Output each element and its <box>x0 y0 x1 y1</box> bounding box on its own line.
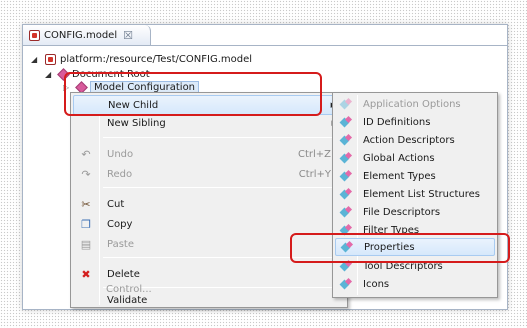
close-icon[interactable]: ☒ <box>123 29 133 42</box>
expanded-triangle-icon[interactable]: ◢ <box>45 70 55 79</box>
menu-item-new-sibling[interactable]: New Sibling ▶ <box>73 113 345 133</box>
menu-item-label: New Sibling <box>107 117 166 129</box>
menu-item-label: Copy <box>107 218 133 230</box>
element-icon <box>341 189 351 199</box>
menu-separator <box>103 187 343 188</box>
shortcut-label: Ctrl+Y <box>298 168 331 180</box>
delete-icon: ✖ <box>81 267 91 281</box>
scissors-icon: ✂ <box>81 197 91 211</box>
menu-item-label: Redo <box>107 168 133 180</box>
menu-item-copy[interactable]: ❐ Copy <box>73 214 345 234</box>
redo-icon: ↷ <box>81 167 91 181</box>
submenu-item-label: ID Definitions <box>363 116 431 128</box>
editor-tab-title: CONFIG.model <box>44 29 118 41</box>
model-file-icon <box>45 54 56 65</box>
copy-icon: ❐ <box>81 217 91 231</box>
resource-path-label: platform:/resource/Test/CONFIG.model <box>60 54 253 65</box>
highlight-callout-new-child <box>64 72 322 116</box>
submenu-item-label: Global Actions <box>363 152 435 164</box>
expanded-triangle-icon[interactable]: ◢ <box>31 55 41 64</box>
submenu-item-element-list-structures[interactable]: Element List Structures <box>335 185 495 203</box>
menu-item-cut[interactable]: ✂ Cut <box>73 194 345 214</box>
element-icon <box>341 117 351 127</box>
new-child-submenu: Application Options ID Definitions Actio… <box>332 92 498 298</box>
tree-row-resource[interactable]: ◢ platform:/resource/Test/CONFIG.model <box>31 52 252 67</box>
model-file-icon <box>29 29 40 41</box>
menu-item-label: Validate <box>107 294 148 306</box>
submenu-item-action-descriptors[interactable]: Action Descriptors <box>335 131 495 149</box>
submenu-item-file-descriptors[interactable]: File Descriptors <box>335 203 495 221</box>
element-icon <box>341 207 351 217</box>
submenu-item-icons[interactable]: Icons <box>335 275 495 293</box>
menu-item-redo[interactable]: ↷ Redo Ctrl+Y <box>73 164 345 184</box>
menu-item-label: Delete <box>107 268 140 280</box>
submenu-item-label: File Descriptors <box>363 206 441 218</box>
context-menu: New Child ▶ New Sibling ▶ ↶ Undo Ctrl+Z … <box>70 92 348 308</box>
menu-item-delete[interactable]: ✖ Delete <box>73 264 345 284</box>
submenu-item-global-actions[interactable]: Global Actions <box>335 149 495 167</box>
element-icon <box>341 99 351 109</box>
element-icon <box>341 279 351 289</box>
submenu-item-id-definitions[interactable]: ID Definitions <box>335 113 495 131</box>
submenu-item-label: Action Descriptors <box>363 134 455 146</box>
tab-strip <box>151 25 507 46</box>
submenu-item-label: Element List Structures <box>363 188 480 200</box>
submenu-item-label: Application Options <box>363 98 461 110</box>
menu-item-label: Undo <box>107 148 134 160</box>
element-icon <box>341 135 351 145</box>
submenu-item-label: Icons <box>363 278 390 290</box>
menu-item-control[interactable]: Control... <box>106 284 152 295</box>
editor-tab-config-model[interactable]: CONFIG.model ☒ <box>23 25 151 46</box>
element-icon <box>341 153 351 163</box>
shortcut-label: Ctrl+Z <box>297 148 331 160</box>
highlight-callout-properties <box>290 233 510 263</box>
menu-separator <box>103 137 343 138</box>
paste-icon: ▤ <box>80 237 92 251</box>
submenu-item-application-options[interactable]: Application Options <box>335 95 495 113</box>
menu-item-label: Cut <box>107 198 125 210</box>
submenu-item-label: Element Types <box>363 170 436 182</box>
undo-icon: ↶ <box>81 147 91 161</box>
submenu-item-element-types[interactable]: Element Types <box>335 167 495 185</box>
element-icon <box>341 171 351 181</box>
menu-item-undo[interactable]: ↶ Undo Ctrl+Z <box>73 144 345 164</box>
